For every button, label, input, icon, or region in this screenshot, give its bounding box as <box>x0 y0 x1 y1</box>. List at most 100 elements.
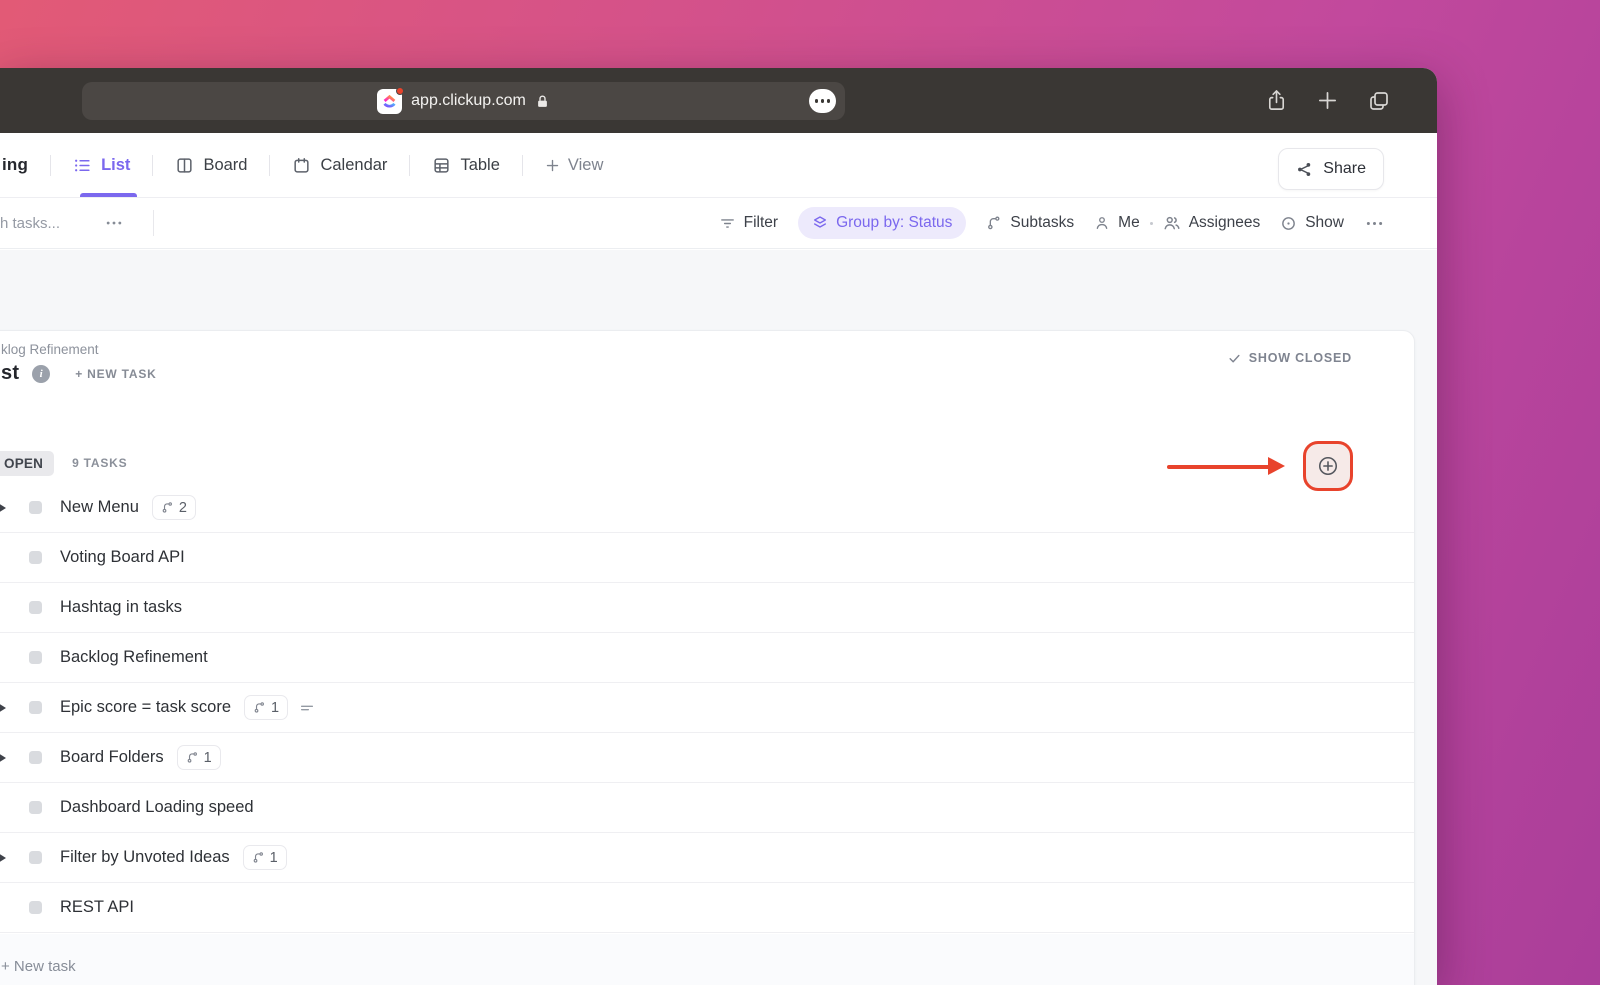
more-options-icon[interactable] <box>104 213 124 233</box>
subtask-icon <box>986 215 1002 231</box>
tab-label: List <box>101 155 131 174</box>
plus-icon <box>545 158 560 173</box>
task-row[interactable]: Backlog Refinement <box>0 633 1414 683</box>
list-view-icon <box>73 156 92 175</box>
separator-dot <box>1149 221 1153 225</box>
share-icon[interactable] <box>1265 89 1288 112</box>
add-new-task-row[interactable]: + New task <box>0 934 1414 985</box>
task-row[interactable]: Board Folders 1 <box>0 733 1414 783</box>
task-status-icon[interactable] <box>29 801 42 814</box>
subtask-icon <box>252 851 265 864</box>
task-status-icon[interactable] <box>29 851 42 864</box>
address-bar[interactable]: app.clickup.com <box>82 82 845 120</box>
lock-icon <box>535 94 550 109</box>
notification-dot <box>396 86 405 95</box>
list-title[interactable]: st <box>1 362 19 385</box>
task-row[interactable]: Filter by Unvoted Ideas 1 <box>0 833 1414 883</box>
description-icon <box>299 700 315 716</box>
task-count: 9 TASKS <box>72 456 128 470</box>
add-view-button[interactable]: View <box>545 156 603 175</box>
task-status-icon[interactable] <box>29 651 42 664</box>
expand-caret-icon[interactable] <box>0 503 6 513</box>
task-name[interactable]: Hashtag in tasks <box>60 598 182 617</box>
task-row[interactable]: Epic score = task score 1 <box>0 683 1414 733</box>
filter-button[interactable]: Filter <box>719 214 778 232</box>
task-name[interactable]: Filter by Unvoted Ideas <box>60 848 230 867</box>
filter-icon <box>719 215 736 232</box>
tabs-icon[interactable] <box>1367 89 1391 113</box>
share-label: Share <box>1323 160 1366 177</box>
table-view-icon <box>432 156 451 175</box>
annotation-arrow-head <box>1268 457 1285 475</box>
task-status-icon[interactable] <box>29 601 42 614</box>
subtask-badge[interactable]: 2 <box>151 495 196 520</box>
subtask-badge[interactable]: 1 <box>176 745 221 770</box>
subtask-count: 2 <box>178 499 187 516</box>
show-icon <box>1280 215 1297 232</box>
task-name[interactable]: Backlog Refinement <box>60 648 208 667</box>
subtask-count: 1 <box>203 749 212 766</box>
task-status-icon[interactable] <box>29 751 42 764</box>
expand-caret-icon[interactable] <box>0 753 6 763</box>
subtask-icon <box>253 701 266 714</box>
subtasks-button[interactable]: Subtasks <box>986 214 1074 232</box>
toolbar-more-icon[interactable] <box>1364 213 1385 234</box>
task-name[interactable]: Epic score = task score <box>60 698 231 717</box>
task-status-icon[interactable] <box>29 901 42 914</box>
info-icon[interactable]: i <box>32 364 51 383</box>
truncated-nav-label: ing <box>2 155 29 174</box>
person-icon <box>1094 215 1110 231</box>
task-name[interactable]: Voting Board API <box>60 548 185 567</box>
me-filter-button[interactable]: Me <box>1094 214 1140 232</box>
tab-table[interactable]: Table <box>432 155 500 175</box>
url-text: app.clickup.com <box>411 92 526 109</box>
share-alt-icon <box>1296 161 1313 178</box>
task-name[interactable]: New Menu <box>60 498 139 517</box>
subtask-count: 1 <box>271 699 280 716</box>
new-task-action[interactable]: + NEW TASK <box>75 367 156 381</box>
breadcrumb: klog Refinement <box>1 342 99 357</box>
people-icon <box>1163 214 1181 232</box>
expand-caret-icon[interactable] <box>0 853 6 863</box>
status-group-badge[interactable]: OPEN <box>0 450 55 476</box>
tab-board[interactable]: Board <box>175 156 247 175</box>
tab-list[interactable]: List <box>73 156 130 175</box>
search-input[interactable]: h tasks... <box>0 215 60 232</box>
share-view-button[interactable]: Share <box>1278 148 1384 190</box>
task-row[interactable]: New Menu 2 <box>0 483 1414 533</box>
group-by-label: Group by: Status <box>836 214 953 231</box>
task-name[interactable]: Dashboard Loading speed <box>60 798 254 817</box>
assignees-button[interactable]: Assignees <box>1163 214 1260 232</box>
task-status-icon[interactable] <box>29 501 42 514</box>
task-list: New Menu 2 Voting Board API Hashtag in t… <box>0 483 1414 933</box>
task-status-icon[interactable] <box>29 551 42 564</box>
plus-icon[interactable] <box>1316 89 1339 112</box>
show-button[interactable]: Show <box>1280 214 1344 232</box>
list-group-card: klog Refinement st i + NEW TASK SHOW CLO… <box>0 330 1415 985</box>
list-toolbar: h tasks... Filter Group by: Status Subta… <box>0 197 1437 249</box>
subtask-count: 1 <box>269 849 278 866</box>
task-status-icon[interactable] <box>29 701 42 714</box>
annotation-arrow-line <box>1167 465 1270 469</box>
browser-window: app.clickup.com ing List Board Calendar … <box>0 68 1437 985</box>
task-name[interactable]: REST API <box>60 898 134 917</box>
task-row[interactable]: Voting Board API <box>0 533 1414 583</box>
tab-calendar[interactable]: Calendar <box>292 156 387 175</box>
tab-label: Board <box>203 155 248 174</box>
check-icon <box>1229 354 1240 362</box>
group-by-button[interactable]: Group by: Status <box>798 207 967 239</box>
task-row[interactable]: REST API <box>0 883 1414 933</box>
task-row[interactable]: Hashtag in tasks <box>0 583 1414 633</box>
task-name[interactable]: Board Folders <box>60 748 164 767</box>
circled-plus-icon <box>1318 456 1338 476</box>
task-row[interactable]: Dashboard Loading speed <box>0 783 1414 833</box>
desktop-background: app.clickup.com ing List Board Calendar … <box>0 0 1600 985</box>
show-closed-toggle[interactable]: SHOW CLOSED <box>1228 351 1352 365</box>
expand-caret-icon[interactable] <box>0 703 6 713</box>
add-view-label: View <box>567 155 604 174</box>
ellipsis-icon[interactable] <box>809 89 836 113</box>
subtask-badge[interactable]: 1 <box>242 845 287 870</box>
views-bar: ing List Board Calendar Table View Share <box>0 133 1437 197</box>
subtask-badge[interactable]: 1 <box>244 695 289 720</box>
tab-label: Table <box>460 155 500 174</box>
